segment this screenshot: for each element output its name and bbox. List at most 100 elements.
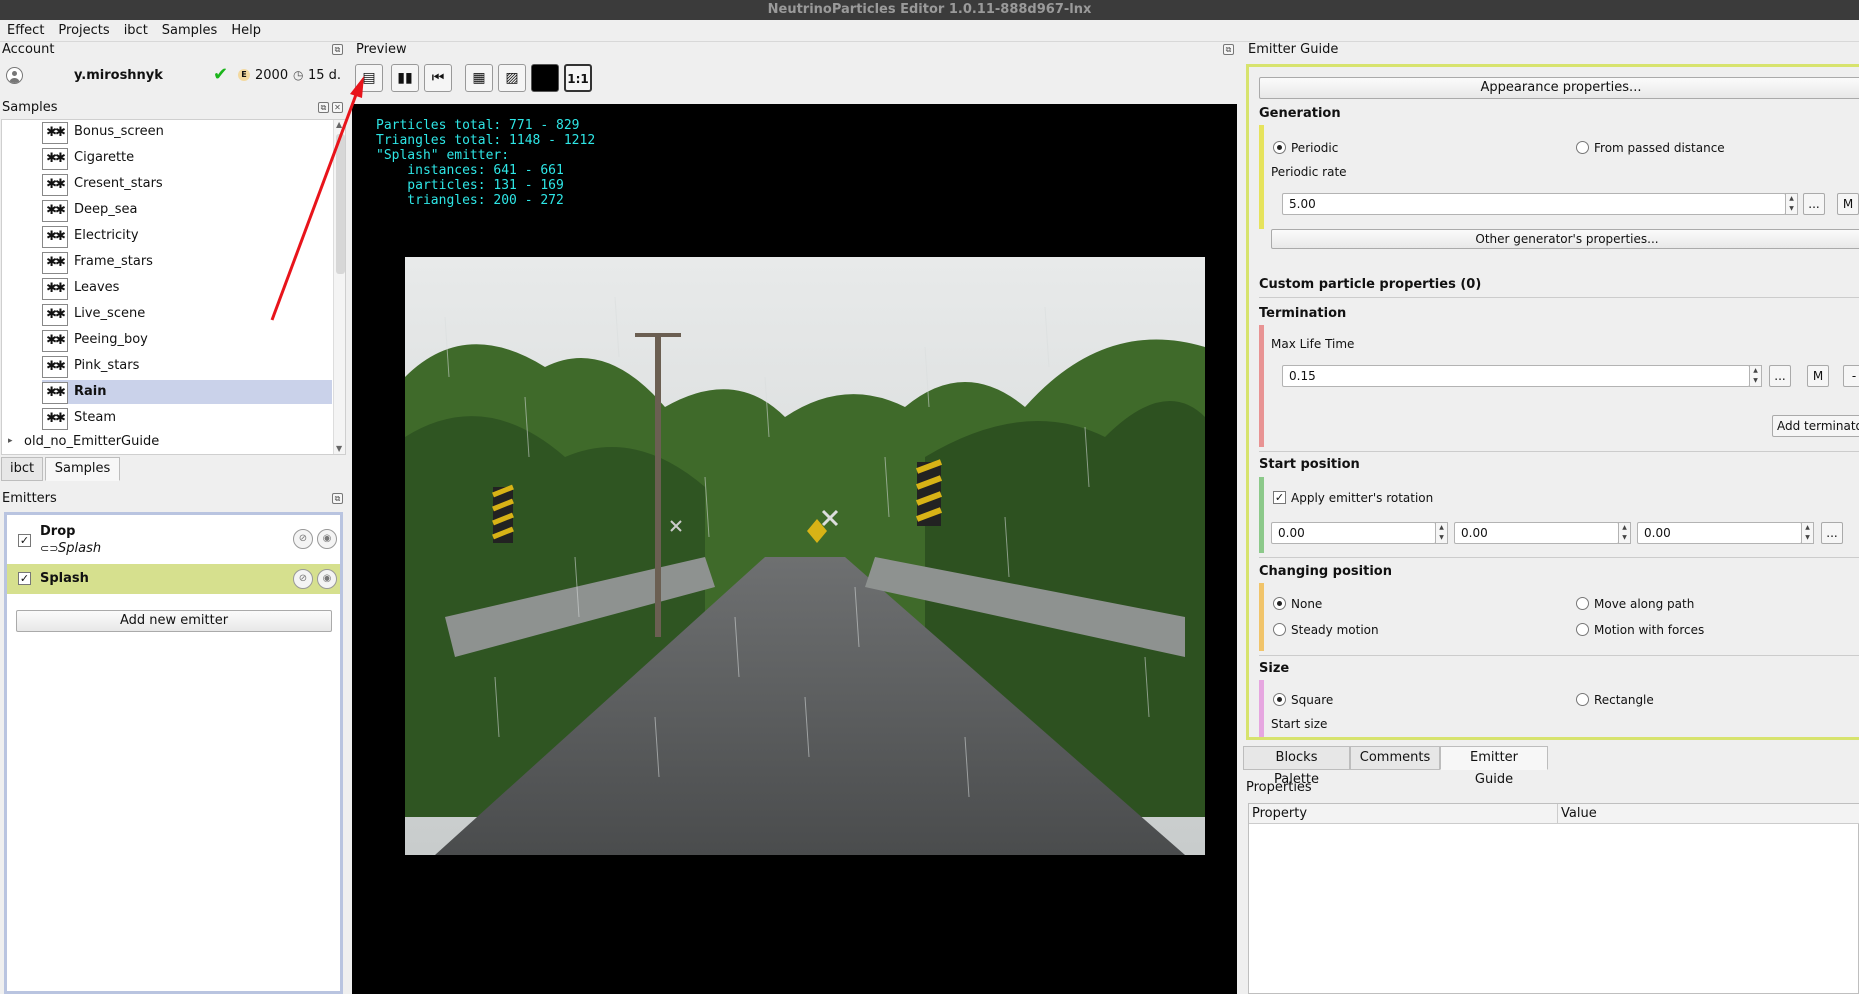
eye-icon[interactable]: ◉ <box>317 569 337 589</box>
sample-item[interactable]: ✱✱ Pink_stars <box>42 354 332 378</box>
stats-panel-icon[interactable]: ▤ <box>355 64 383 92</box>
start-z-input[interactable]: 0.00 <box>1637 522 1802 544</box>
tab-ibct[interactable]: ibct <box>1 457 44 481</box>
solo-icon[interactable]: ⊘ <box>293 569 313 589</box>
add-terminator-button[interactable]: Add terminator <box>1772 415 1859 437</box>
emitter-guide: Appearance properties... Generation Peri… <box>1246 64 1859 740</box>
emitter-row-splash[interactable]: ✓ Splash ⊘ ◉ <box>7 564 340 594</box>
square-radio[interactable] <box>1273 693 1286 706</box>
samples-scrollbar[interactable]: ▲ ▼ <box>333 120 345 454</box>
none-radio[interactable] <box>1273 597 1286 610</box>
generation-title: Generation <box>1259 106 1341 121</box>
sample-item[interactable]: ✱✱ Steam <box>42 406 332 430</box>
col-property-header[interactable]: Property <box>1252 806 1307 821</box>
forces-label: Motion with forces <box>1594 623 1705 637</box>
menu-projects[interactable]: Projects <box>51 20 116 42</box>
periodic-radio[interactable] <box>1273 141 1286 154</box>
steady-radio[interactable] <box>1273 623 1286 636</box>
col-value-header[interactable]: Value <box>1561 806 1597 821</box>
credits-value: 2000 <box>255 68 289 83</box>
bar-chart-icon[interactable]: ▮▮ <box>391 64 419 92</box>
add-emitter-button[interactable]: Add new emitter <box>16 610 332 632</box>
sample-item-selected[interactable]: ✱✱ Rain <box>42 380 332 404</box>
sample-item[interactable]: ✱✱ Frame_stars <box>42 250 332 274</box>
menu-samples[interactable]: Samples <box>155 20 225 42</box>
tab-blocks-palette[interactable]: Blocks Palette <box>1243 746 1350 787</box>
y-spinner[interactable]: ▲ ▼ <box>1618 522 1631 544</box>
emitter-enable-checkbox[interactable]: ✓ <box>18 572 31 585</box>
link-icon: ⊂⊃ <box>40 542 59 555</box>
rate-spinner[interactable]: ▲ ▼ <box>1785 193 1798 215</box>
termination-bar <box>1259 325 1264 447</box>
restart-icon[interactable]: ⏮ <box>424 64 452 92</box>
apply-rotation-checkbox[interactable]: ✓ <box>1273 491 1286 504</box>
size-bar <box>1259 680 1264 737</box>
solo-icon[interactable]: ⊘ <box>293 529 313 549</box>
zoom-1-1-button[interactable]: 1:1 <box>564 64 592 92</box>
along-path-radio[interactable] <box>1576 597 1589 610</box>
background-image-icon[interactable]: ▨ <box>498 64 526 92</box>
start-y-input[interactable]: 0.00 <box>1454 522 1619 544</box>
menu-effect[interactable]: Effect <box>0 20 51 42</box>
account-float-icon[interactable]: ⧉ <box>332 44 343 55</box>
rectangle-radio[interactable] <box>1576 693 1589 706</box>
background-color-icon[interactable] <box>531 64 559 92</box>
preview-canvas[interactable]: Particles total: 771 - 829 Triangles tota… <box>352 104 1237 994</box>
particle-icon: ✱✱ <box>42 200 68 222</box>
clock-icon: ◷ <box>293 68 304 82</box>
emitter-name: Drop <box>40 524 76 539</box>
periodic-rate-input[interactable]: 5.00 <box>1282 193 1786 215</box>
emitter-sub-name: Splash <box>58 541 102 556</box>
sample-item[interactable]: ✱✱ Electricity <box>42 224 332 248</box>
menu-ibct[interactable]: ibct <box>117 20 155 42</box>
tab-comments[interactable]: Comments <box>1350 746 1440 770</box>
expand-arrow-icon[interactable]: ▸ <box>8 436 13 446</box>
other-generator-button[interactable]: Other generator's properties... <box>1271 229 1859 249</box>
life-remove-button[interactable]: - <box>1843 365 1859 387</box>
avatar-icon <box>6 67 23 84</box>
menu-help[interactable]: Help <box>224 20 268 42</box>
rate-more-button[interactable]: ... <box>1803 193 1825 215</box>
samples-close-icon[interactable]: ✕ <box>332 102 343 113</box>
folder-item[interactable]: old_no_EmitterGuide <box>24 434 159 449</box>
tab-emitter-guide[interactable]: Emitter Guide <box>1440 746 1548 787</box>
emitters-panel-title: Emitters <box>2 491 57 506</box>
scroll-up-icon[interactable]: ▲ <box>336 120 342 129</box>
particle-icon: ✱✱ <box>42 382 68 404</box>
tab-samples[interactable]: Samples <box>45 457 120 481</box>
account-panel: y.miroshnyk ✔ E 2000 ◷ 15 d. <box>0 60 345 94</box>
preview-stats: Particles total: 771 - 829 Triangles tota… <box>376 118 596 208</box>
max-life-input[interactable]: 0.15 <box>1282 365 1750 387</box>
distance-radio[interactable] <box>1576 141 1589 154</box>
particle-icon: ✱✱ <box>42 226 68 248</box>
properties-panel-title: Properties <box>1246 780 1312 795</box>
sample-item[interactable]: ✱✱ Leaves <box>42 276 332 300</box>
start-x-input[interactable]: 0.00 <box>1271 522 1436 544</box>
appearance-properties-button[interactable]: Appearance properties... <box>1259 77 1859 99</box>
scroll-down-icon[interactable]: ▼ <box>336 444 342 453</box>
preview-float-icon[interactable]: ⧉ <box>1223 44 1234 55</box>
life-more-button[interactable]: ... <box>1769 365 1791 387</box>
sample-item[interactable]: ✱✱ Cigarette <box>42 146 332 170</box>
preview-panel-title: Preview <box>356 42 407 57</box>
emitters-float-icon[interactable]: ⧉ <box>332 493 343 504</box>
sample-item[interactable]: ✱✱ Bonus_screen <box>42 120 332 144</box>
samples-float-icon[interactable]: ⧉ <box>318 102 329 113</box>
check-icon: ✔ <box>213 64 229 85</box>
emitter-enable-checkbox[interactable]: ✓ <box>18 534 31 547</box>
z-spinner[interactable]: ▲ ▼ <box>1801 522 1814 544</box>
sample-item[interactable]: ✱✱ Peeing_boy <box>42 328 332 352</box>
sample-item[interactable]: ✱✱ Deep_sea <box>42 198 332 222</box>
life-m-button[interactable]: M <box>1807 365 1829 387</box>
eye-icon[interactable]: ◉ <box>317 529 337 549</box>
days-remaining: 15 d. <box>308 68 342 83</box>
position-more-button[interactable]: ... <box>1821 522 1843 544</box>
emitter-row-drop[interactable]: ✓ Drop ⊂⊃ Splash ⊘ ◉ <box>7 517 340 561</box>
forces-radio[interactable] <box>1576 623 1589 636</box>
life-spinner[interactable]: ▲ ▼ <box>1749 365 1762 387</box>
sample-item[interactable]: ✱✱ Live_scene <box>42 302 332 326</box>
grid-icon[interactable]: ▦ <box>465 64 493 92</box>
x-spinner[interactable]: ▲ ▼ <box>1435 522 1448 544</box>
rate-m-button[interactable]: M <box>1837 193 1859 215</box>
sample-item[interactable]: ✱✱ Cresent_stars <box>42 172 332 196</box>
